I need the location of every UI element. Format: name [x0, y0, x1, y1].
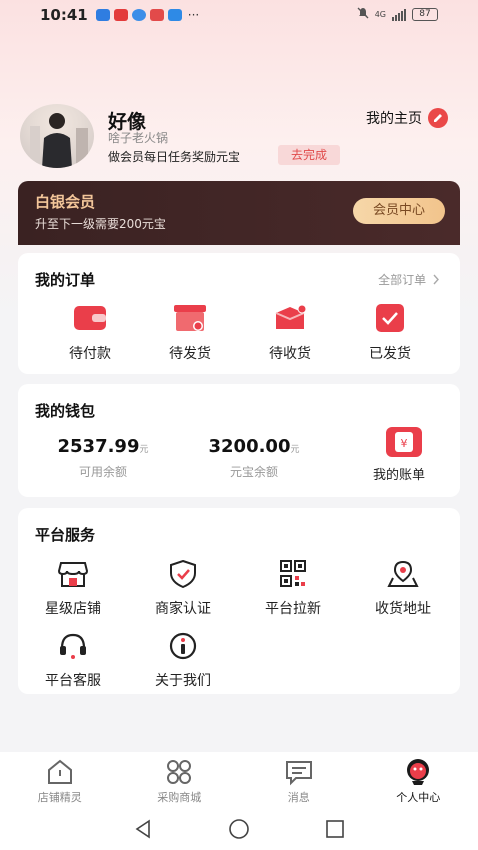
nav-label: 个人中心: [396, 791, 441, 804]
service-label: 商家认证: [155, 601, 211, 617]
nav-messages[interactable]: 消息: [239, 752, 359, 808]
order-shipped[interactable]: 已发货: [345, 303, 435, 363]
box-clock-icon: [173, 303, 207, 333]
cloud-app-icon: [95, 9, 110, 21]
services-title: 平台服务: [35, 526, 96, 544]
search-app-icon: [167, 9, 182, 21]
network-label: 4G: [374, 10, 386, 19]
service-label: 关于我们: [155, 673, 211, 689]
service-about-us[interactable]: 关于我们: [133, 632, 233, 690]
avatar[interactable]: [20, 104, 94, 168]
all-orders-link[interactable]: 全部订单: [378, 271, 440, 288]
package-icon: [273, 303, 307, 333]
service-referral[interactable]: 平台拉新: [243, 560, 343, 618]
system-nav: [0, 808, 478, 850]
recents-icon[interactable]: [324, 818, 346, 840]
notification-icons: ···: [95, 8, 200, 22]
nav-personal-center[interactable]: 个人中心: [359, 752, 478, 808]
grid-icon: [164, 758, 194, 786]
wallet-card: 我的钱包 2537.99元 可用余额 3200.00元 元宝余额 ¥ 我的账单: [18, 384, 460, 497]
order-label: 待付款: [69, 346, 111, 362]
my-bills-label[interactable]: 我的账单: [373, 464, 425, 483]
member-center-button[interactable]: 会员中心: [353, 198, 445, 224]
service-customer-support[interactable]: 平台客服: [23, 632, 123, 690]
nav-shop-assistant[interactable]: 店铺精灵: [0, 752, 120, 808]
back-icon[interactable]: [132, 818, 154, 840]
ingot-balance-value: 3200.00: [208, 436, 291, 457]
service-label: 平台客服: [45, 673, 101, 689]
available-balance[interactable]: 2537.99元 可用余额: [33, 436, 173, 480]
mute-icon: [357, 7, 369, 22]
service-label: 平台拉新: [265, 601, 321, 617]
available-balance-label: 可用余额: [78, 465, 127, 479]
service-label: 收货地址: [375, 601, 431, 617]
headset-icon: [57, 632, 89, 660]
ingot-balance[interactable]: 3200.00元 元宝余额: [184, 436, 324, 480]
service-label: 星级店铺: [45, 601, 101, 617]
more-icon: ···: [187, 8, 200, 22]
battery-icon: 87: [412, 8, 438, 21]
order-label: 待发货: [169, 346, 211, 362]
order-pending-shipment[interactable]: 待发货: [145, 303, 235, 363]
nav-procurement-mall[interactable]: 采购商城: [120, 752, 240, 808]
edit-icon: [428, 108, 448, 128]
red-app-icon: [113, 9, 128, 21]
available-balance-unit: 元: [139, 445, 149, 455]
location-icon: [387, 560, 419, 588]
nav-label: 消息: [287, 791, 310, 804]
ingot-balance-unit: 元: [290, 445, 300, 455]
mascot-icon: [403, 758, 433, 786]
orders-title: 我的订单: [35, 271, 96, 289]
shield-check-icon: [167, 559, 199, 589]
info-icon: [167, 632, 199, 660]
service-star-shop[interactable]: 星级店铺: [23, 560, 123, 618]
available-balance-value: 2537.99: [57, 436, 140, 457]
order-label: 已发货: [369, 346, 411, 362]
globe-app-icon: [131, 9, 146, 21]
shop-name: 啥子老火锅: [108, 131, 169, 145]
nav-label: 采购商城: [157, 791, 202, 804]
my-homepage-link[interactable]: 我的主页: [366, 108, 448, 128]
order-label: 待收货: [269, 346, 311, 362]
svg-text:¥: ¥: [401, 437, 408, 450]
status-right: 4G 87: [357, 7, 438, 22]
shop-icon: [57, 560, 89, 588]
status-time: 10:41: [40, 6, 88, 24]
check-box-icon: [373, 303, 407, 333]
service-merchant-verify[interactable]: 商家认证: [133, 559, 233, 618]
qr-code-icon: [277, 560, 309, 588]
nav-label: 店铺精灵: [37, 791, 82, 804]
minus-app-icon: [149, 9, 164, 21]
complete-task-button[interactable]: 去完成: [278, 145, 340, 165]
chevron-right-icon: [430, 273, 440, 287]
bill-icon[interactable]: ¥: [386, 427, 422, 457]
all-orders-label: 全部订单: [378, 273, 427, 287]
home-icon: [45, 758, 75, 786]
order-pending-payment[interactable]: 待付款: [45, 303, 135, 363]
member-card: 白银会员 升至下一级需要200元宝 会员中心: [18, 181, 460, 245]
task-text: 做会员每日任务奖励元宝: [108, 150, 241, 164]
order-pending-receipt[interactable]: 待收货: [245, 303, 335, 363]
member-level: 白银会员: [35, 193, 96, 211]
bottom-nav: 店铺精灵 采购商城 消息 个人中心: [0, 752, 478, 808]
homepage-label: 我的主页: [366, 111, 422, 127]
home-circle-icon[interactable]: [228, 818, 250, 840]
wallet-icon: [73, 303, 107, 333]
member-progress-text: 升至下一级需要200元宝: [35, 217, 166, 231]
ingot-balance-label: 元宝余额: [229, 465, 278, 479]
orders-card: 我的订单 全部订单 待付款 待发货 待收货 已发货: [18, 253, 460, 374]
service-address[interactable]: 收货地址: [353, 560, 453, 618]
status-bar: 10:41 ··· 4G 87: [0, 0, 478, 30]
services-card: 平台服务 星级店铺 商家认证 平台拉新 收货地址 平台客服 关于我们: [18, 508, 460, 694]
signal-icon: [392, 8, 406, 21]
message-icon: [284, 758, 314, 786]
wallet-title: 我的钱包: [35, 402, 96, 420]
